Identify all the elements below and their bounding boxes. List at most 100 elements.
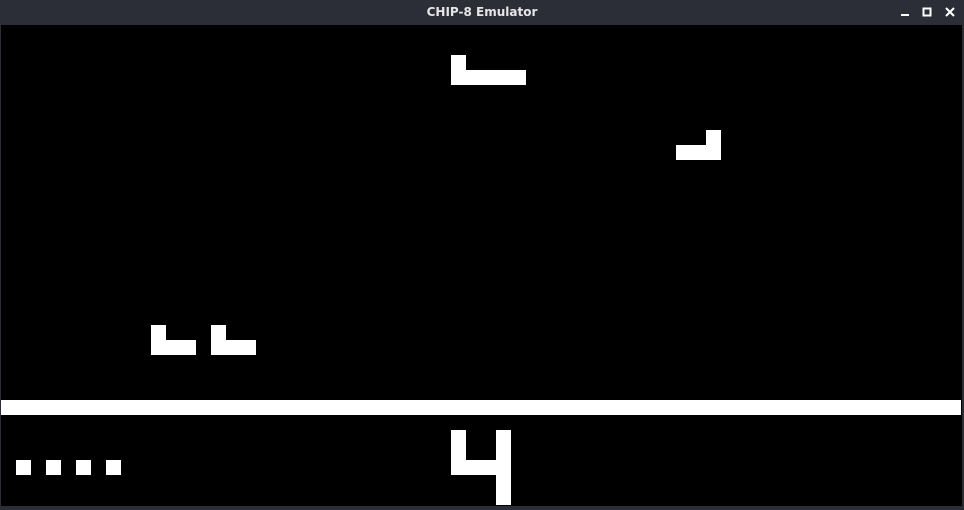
pixel: [106, 460, 121, 475]
pixel: [181, 400, 196, 415]
pixel: [526, 400, 541, 415]
pixel: [1, 400, 16, 415]
emulator-window: CHIP-8 Emulator: [0, 0, 964, 510]
pixel: [451, 460, 466, 475]
ground-line: [1, 400, 961, 415]
pixel: [211, 325, 226, 340]
lives-dots: [16, 460, 121, 475]
pixel: [856, 400, 871, 415]
pixel: [91, 400, 106, 415]
pixel: [706, 130, 721, 145]
pixel: [196, 400, 211, 415]
pixel: [406, 400, 421, 415]
maximize-button[interactable]: [920, 5, 934, 19]
pixel: [316, 400, 331, 415]
pixel: [496, 400, 511, 415]
pixel: [436, 400, 451, 415]
pixel: [61, 400, 76, 415]
enemy-sprite-top: [451, 55, 526, 85]
pixel: [241, 400, 256, 415]
display-canvas: [1, 55, 961, 505]
pixel: [166, 400, 181, 415]
pixel: [226, 340, 241, 355]
pixel: [346, 400, 361, 415]
pixel: [481, 70, 496, 85]
pixel: [496, 475, 511, 490]
pixel: [376, 400, 391, 415]
pixel: [601, 400, 616, 415]
pixel: [106, 400, 121, 415]
pixel: [841, 400, 856, 415]
pixel: [496, 430, 511, 445]
pixel: [811, 400, 826, 415]
close-button[interactable]: [943, 5, 957, 19]
pixel: [571, 400, 586, 415]
pixel: [121, 400, 136, 415]
pixel: [451, 430, 466, 445]
chip8-display[interactable]: [1, 25, 962, 506]
pixel: [511, 400, 526, 415]
pixel: [676, 145, 691, 160]
pixel: [481, 460, 496, 475]
pixel: [676, 400, 691, 415]
enemy-sprite-right: [676, 130, 721, 160]
pixel: [781, 400, 796, 415]
pixel: [391, 400, 406, 415]
pixel: [451, 445, 466, 460]
pixel: [496, 460, 511, 475]
pixel: [451, 70, 466, 85]
pixel: [706, 400, 721, 415]
pixel: [646, 400, 661, 415]
minimize-icon: [901, 14, 909, 16]
pixel: [736, 400, 751, 415]
pixel: [226, 400, 241, 415]
pixel: [541, 400, 556, 415]
score-digit-4: [451, 430, 511, 505]
pixel: [586, 400, 601, 415]
title-bar[interactable]: CHIP-8 Emulator: [0, 0, 964, 25]
pixel: [496, 445, 511, 460]
pixel: [211, 400, 226, 415]
pixel: [361, 400, 376, 415]
pixel: [451, 55, 466, 70]
pixel: [166, 340, 181, 355]
pixel: [556, 400, 571, 415]
pixel: [256, 400, 271, 415]
pixel: [496, 490, 511, 505]
pixel: [946, 400, 961, 415]
pixel: [46, 460, 61, 475]
pixel: [286, 400, 301, 415]
pixel: [31, 400, 46, 415]
pixel: [481, 400, 496, 415]
pixel: [826, 400, 841, 415]
pixel: [766, 400, 781, 415]
pixel: [691, 400, 706, 415]
pixel: [211, 340, 226, 355]
pixel: [511, 70, 526, 85]
pixel: [331, 400, 346, 415]
pixel: [16, 400, 31, 415]
pixel: [151, 400, 166, 415]
window-title: CHIP-8 Emulator: [426, 5, 538, 19]
pixel: [496, 70, 511, 85]
pixel: [271, 400, 286, 415]
minimize-button[interactable]: [898, 5, 912, 19]
pixel: [631, 400, 646, 415]
pixel: [466, 70, 481, 85]
pixel: [301, 400, 316, 415]
pixel: [46, 400, 61, 415]
pixel: [871, 400, 886, 415]
pixel: [136, 400, 151, 415]
pixel: [691, 145, 706, 160]
pixel: [721, 400, 736, 415]
pixel: [241, 340, 256, 355]
pixel: [466, 400, 481, 415]
pixel: [16, 460, 31, 475]
pixel: [76, 460, 91, 475]
pixel: [616, 400, 631, 415]
pixel: [661, 400, 676, 415]
pixel: [796, 400, 811, 415]
pixel: [931, 400, 946, 415]
pixel: [421, 400, 436, 415]
pixel: [151, 325, 166, 340]
